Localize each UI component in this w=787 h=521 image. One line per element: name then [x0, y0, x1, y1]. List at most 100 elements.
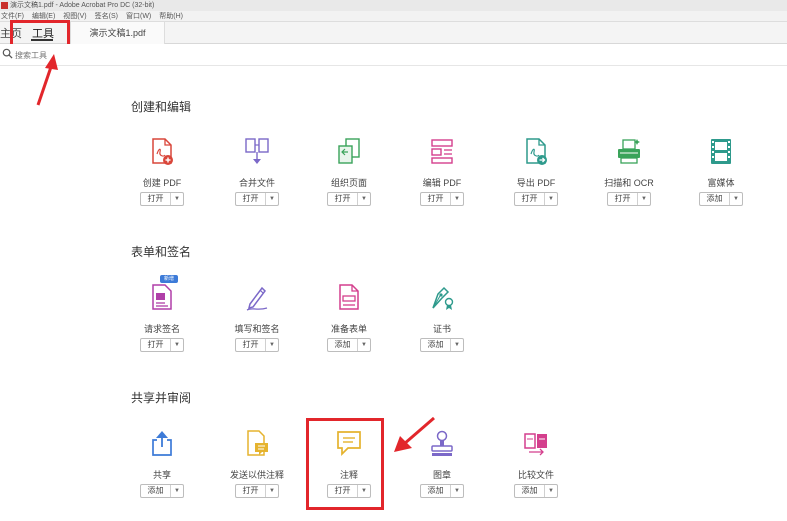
add-button[interactable]: 添加: [421, 339, 451, 351]
tool-label: 准备表单: [330, 324, 367, 334]
create-pdf-icon: [152, 138, 173, 165]
chevron-down-icon[interactable]: ▼: [266, 193, 278, 205]
tool-label: 编辑 PDF: [422, 178, 462, 188]
open-button[interactable]: 打开: [608, 193, 638, 205]
menu-sign[interactable]: 签名(S): [95, 11, 118, 21]
tool-label: 创建 PDF: [142, 178, 182, 188]
menu-help[interactable]: 帮助(H): [159, 11, 183, 21]
chevron-down-icon[interactable]: ▼: [545, 485, 557, 497]
section-create-edit-title: 创建和编辑: [131, 100, 192, 114]
tool-rich-media[interactable]: 富媒体 添加 ▼: [681, 138, 761, 228]
tool-organize-pages[interactable]: 组织页面 打开 ▼: [309, 138, 389, 228]
chevron-down-icon[interactable]: ▼: [451, 485, 463, 497]
comment-tool-highlight-box: [306, 418, 384, 510]
add-button[interactable]: 添加: [328, 339, 358, 351]
acrobat-app-icon: [1, 2, 8, 9]
chevron-down-icon[interactable]: ▼: [171, 485, 183, 497]
add-button[interactable]: 添加: [515, 485, 545, 497]
tool-send-for-comment[interactable]: 发送以供注释 打开 ▼: [217, 430, 297, 520]
scan-ocr-icon: [618, 139, 640, 164]
chevron-down-icon[interactable]: ▼: [730, 193, 742, 205]
prepare-form-icon: [339, 284, 359, 310]
open-button[interactable]: 打开: [141, 339, 171, 351]
open-button[interactable]: 打开: [328, 193, 358, 205]
menu-bar: 文件(F) 编辑(E) 视图(V) 签名(S) 窗口(W) 帮助(H): [0, 11, 787, 22]
tool-request-signature[interactable]: 新增 请求签名 打开 ▼: [122, 275, 202, 374]
request-signature-icon: [152, 284, 172, 310]
tool-label: 发送以供注释: [229, 470, 284, 480]
open-dropdown-button[interactable]: 打开 ▼: [235, 192, 279, 206]
open-dropdown-button[interactable]: 打开 ▼: [327, 192, 371, 206]
open-button[interactable]: 打开: [236, 193, 266, 205]
add-dropdown-button[interactable]: 添加 ▼: [514, 484, 558, 498]
tool-label: 导出 PDF: [516, 178, 556, 188]
open-dropdown-button[interactable]: 打开 ▼: [140, 338, 184, 352]
share-icon: [152, 431, 172, 456]
tool-label: 填写和签名: [234, 324, 280, 334]
add-button[interactable]: 添加: [421, 485, 451, 497]
tool-certificate[interactable]: 证书 添加 ▼: [402, 284, 482, 374]
open-dropdown-button[interactable]: 打开 ▼: [140, 192, 184, 206]
menu-window[interactable]: 窗口(W): [126, 11, 151, 21]
search-icon: [2, 48, 13, 59]
open-button[interactable]: 打开: [236, 339, 266, 351]
compare-files-icon: [524, 433, 547, 456]
open-dropdown-button[interactable]: 打开 ▼: [235, 338, 279, 352]
chevron-down-icon[interactable]: ▼: [171, 339, 183, 351]
new-badge: 新增: [160, 275, 178, 283]
tool-scan-ocr[interactable]: 扫描和 OCR 打开 ▼: [589, 138, 669, 228]
tool-label: 共享: [152, 470, 171, 480]
add-dropdown-button[interactable]: 添加 ▼: [420, 484, 464, 498]
chevron-down-icon[interactable]: ▼: [358, 193, 370, 205]
chevron-down-icon[interactable]: ▼: [266, 339, 278, 351]
tool-combine-files[interactable]: 合并文件 打开 ▼: [217, 138, 297, 228]
stamp-icon: [431, 430, 453, 456]
tool-compare-files[interactable]: 比较文件 添加 ▼: [496, 430, 576, 520]
chevron-down-icon[interactable]: ▼: [451, 339, 463, 351]
add-dropdown-button[interactable]: 添加 ▼: [327, 338, 371, 352]
combine-files-icon: [245, 138, 269, 164]
open-dropdown-button[interactable]: 打开 ▼: [514, 192, 558, 206]
fill-sign-icon: [246, 286, 268, 311]
chevron-down-icon[interactable]: ▼: [545, 193, 557, 205]
chevron-down-icon[interactable]: ▼: [451, 193, 463, 205]
add-button[interactable]: 添加: [141, 485, 171, 497]
tool-prepare-form[interactable]: 准备表单 添加 ▼: [309, 284, 389, 374]
tool-create-pdf[interactable]: 创建 PDF 打开 ▼: [122, 138, 202, 228]
tool-stamp[interactable]: 图章 添加 ▼: [402, 430, 482, 520]
section-share-review-title: 共享并审阅: [131, 391, 192, 405]
edit-pdf-icon: [431, 139, 453, 164]
tool-label: 合并文件: [238, 178, 275, 188]
add-dropdown-button[interactable]: 添加 ▼: [140, 484, 184, 498]
open-dropdown-button[interactable]: 打开 ▼: [607, 192, 651, 206]
add-dropdown-button[interactable]: 添加 ▼: [699, 192, 743, 206]
search-bar: [0, 44, 787, 66]
open-button[interactable]: 打开: [421, 193, 451, 205]
add-button[interactable]: 添加: [700, 193, 730, 205]
tool-label: 富媒体: [707, 178, 735, 188]
open-button[interactable]: 打开: [236, 485, 266, 497]
chevron-down-icon[interactable]: ▼: [358, 339, 370, 351]
open-button[interactable]: 打开: [515, 193, 545, 205]
chevron-down-icon[interactable]: ▼: [638, 193, 650, 205]
search-tools-input[interactable]: [15, 48, 165, 62]
open-button[interactable]: 打开: [141, 193, 171, 205]
send-for-comment-icon: [247, 430, 268, 456]
tool-edit-pdf[interactable]: 编辑 PDF 打开 ▼: [402, 138, 482, 228]
tool-export-pdf[interactable]: 导出 PDF 打开 ▼: [496, 138, 576, 228]
add-dropdown-button[interactable]: 添加 ▼: [420, 338, 464, 352]
tool-label: 图章: [432, 470, 451, 480]
chevron-down-icon[interactable]: ▼: [266, 485, 278, 497]
organize-pages-icon: [338, 138, 360, 164]
tool-label: 组织页面: [330, 178, 367, 188]
open-dropdown-button[interactable]: 打开 ▼: [420, 192, 464, 206]
open-dropdown-button[interactable]: 打开 ▼: [235, 484, 279, 498]
tool-share[interactable]: 共享 添加 ▼: [122, 430, 202, 520]
tool-label: 请求签名: [143, 324, 180, 334]
chevron-down-icon[interactable]: ▼: [171, 193, 183, 205]
export-pdf-icon: [526, 138, 547, 165]
tool-label: 比较文件: [517, 470, 554, 480]
window-title-bar: 演示文稿1.pdf - Adobe Acrobat Pro DC (32-bit…: [0, 0, 787, 11]
tool-fill-sign[interactable]: 填写和签名 打开 ▼: [217, 284, 297, 374]
tab-document[interactable]: 演示文稿1.pdf: [70, 22, 165, 44]
